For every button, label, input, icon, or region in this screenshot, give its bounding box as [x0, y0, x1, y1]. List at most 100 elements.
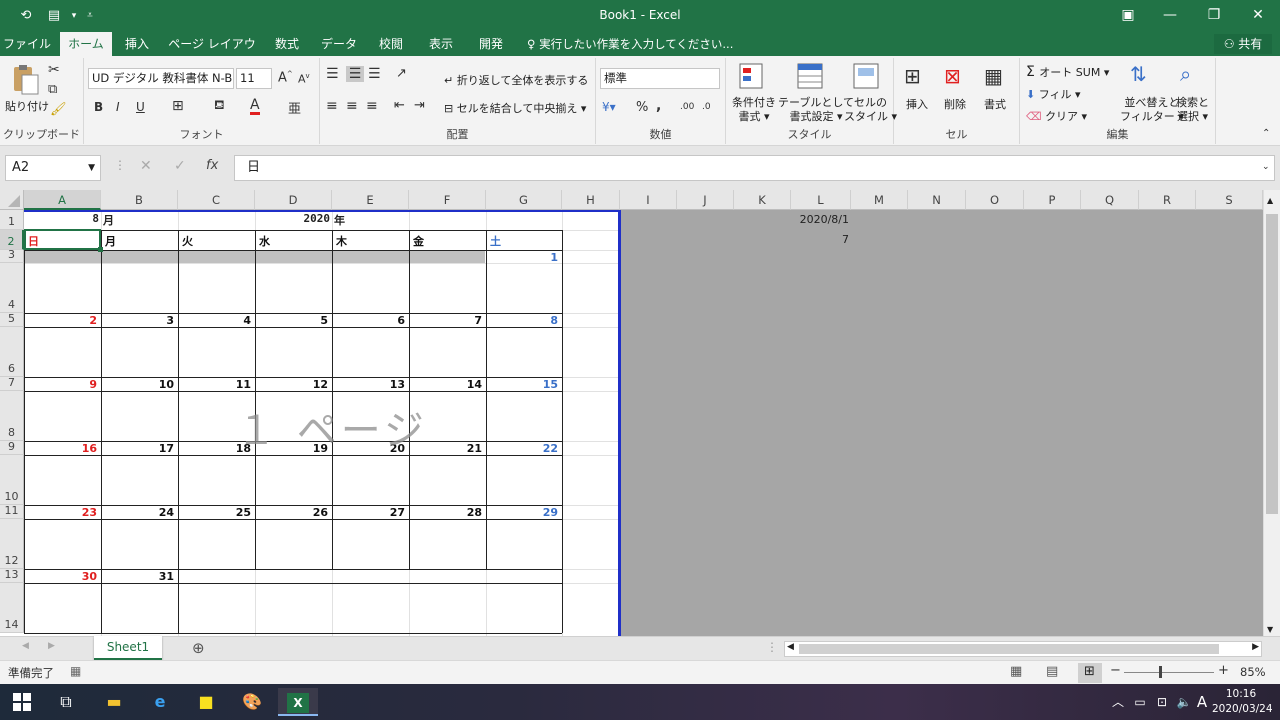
prev-sheet-icon[interactable]: ◀ [22, 641, 29, 651]
active-cell-a2[interactable] [24, 229, 101, 250]
file-explorer-icon[interactable]: ▬ [94, 688, 134, 716]
column-header-b[interactable]: B [101, 190, 178, 210]
expand-formula-icon[interactable]: ⌄ [1262, 162, 1270, 172]
decrease-decimal-icon[interactable]: .0 [702, 102, 711, 112]
shrink-font-icon[interactable]: Av [298, 72, 310, 86]
insert-cells-icon[interactable]: ⊞ [904, 64, 921, 88]
conditional-format-button[interactable]: 条件付き 書式 ▾ [732, 96, 776, 124]
zoom-in-button[interactable]: + [1218, 663, 1229, 678]
row-header-1[interactable]: 1 [0, 210, 24, 230]
column-header-a[interactable]: A [24, 190, 101, 210]
tab-data[interactable]: データ [316, 32, 362, 56]
zoom-out-button[interactable]: − [1110, 663, 1121, 678]
align-middle-icon[interactable]: ☰ [346, 66, 364, 82]
format-painter-icon[interactable]: 🖌 [50, 102, 67, 117]
cancel-icon[interactable]: ✕ [140, 158, 152, 174]
cut-icon[interactable]: ✂ [48, 62, 60, 78]
cell-styles-button[interactable]: セルの スタイル ▾ [844, 96, 897, 124]
tab-file[interactable]: ファイル [0, 32, 54, 56]
excel-taskbar-icon[interactable]: X [278, 688, 318, 716]
copy-icon[interactable]: ⧉ [48, 82, 57, 97]
column-header-c[interactable]: C [178, 190, 255, 210]
column-header-e[interactable]: E [332, 190, 409, 210]
edge-browser-icon[interactable]: e [140, 688, 180, 716]
conditional-format-icon[interactable] [738, 62, 772, 92]
align-bottom-icon[interactable]: ☰ [368, 66, 381, 82]
clear-button[interactable]: ⌫ クリア ▾ [1026, 108, 1087, 124]
align-top-icon[interactable]: ☰ [326, 66, 339, 82]
column-header-p[interactable]: P [1024, 190, 1081, 210]
row-header-3[interactable]: 3 [0, 248, 24, 263]
grow-font-icon[interactable]: A^ [278, 70, 293, 85]
scroll-up-icon[interactable]: ▲ [1267, 196, 1273, 205]
tab-developer[interactable]: 開発 [470, 32, 512, 56]
sticky-notes-icon[interactable]: ■ [186, 688, 226, 716]
worksheet-grid[interactable]: ABCDEFGHIJKLMNOPQRS 1 2 3 4 5 6 7 8 9 10 11 12 13 14 … [0, 190, 1280, 636]
tab-review[interactable]: 校閲 [370, 32, 412, 56]
row-header-4[interactable]: 4 [0, 263, 24, 313]
ribbon-display-icon[interactable]: ▣ [1106, 0, 1150, 30]
currency-icon[interactable]: ¥▾ [602, 100, 616, 114]
start-button[interactable] [2, 688, 42, 716]
borders-icon[interactable]: ⊞ [172, 98, 184, 114]
page-layout-view-icon[interactable]: ▤ [1046, 664, 1058, 679]
enter-icon[interactable]: ✓ [174, 158, 186, 174]
column-header-d[interactable]: D [255, 190, 332, 210]
column-header-i[interactable]: I [620, 190, 677, 210]
wrap-text-button[interactable]: ↵ 折り返して全体を表示する [444, 72, 588, 88]
column-header-f[interactable]: F [409, 190, 486, 210]
scroll-down-icon[interactable]: ▼ [1267, 625, 1273, 634]
delete-cells-icon[interactable]: ⊠ [944, 64, 961, 88]
font-name-select[interactable]: UD デジタル 教科書体 N-B [88, 68, 234, 89]
row-header-11[interactable]: 11 [0, 504, 24, 519]
row-header-14[interactable]: 14 [0, 583, 24, 633]
cell-l1[interactable]: 2020/8/1 [733, 213, 849, 226]
vertical-scrollbar[interactable]: ▲ ▼ [1263, 190, 1280, 636]
column-header-o[interactable]: O [966, 190, 1024, 210]
column-header-q[interactable]: Q [1081, 190, 1139, 210]
tab-home[interactable]: ホーム [60, 32, 112, 56]
scroll-left-icon[interactable]: ◀ [787, 642, 794, 652]
fill-button[interactable]: ⬇ フィル ▾ [1026, 86, 1081, 102]
percent-button[interactable]: % [636, 100, 648, 115]
page-break-view-button[interactable]: ⊞ [1078, 663, 1102, 683]
paste-icon[interactable] [10, 64, 44, 95]
restore-button[interactable]: ❐ [1192, 0, 1236, 30]
paste-label[interactable]: 貼り付け [5, 98, 49, 114]
row-header-12[interactable]: 12 [0, 519, 24, 569]
fill-color-icon[interactable]: ⛾ [214, 98, 225, 115]
column-header-h[interactable]: H [562, 190, 620, 210]
scroll-right-icon[interactable]: ▶ [1252, 642, 1259, 652]
font-color-icon[interactable]: A [250, 98, 260, 115]
clock[interactable]: 10:16 2020/03/24 [1212, 687, 1273, 717]
orientation-icon[interactable]: ↗ [396, 66, 407, 81]
sort-filter-icon[interactable]: ⇅ [1130, 62, 1147, 86]
column-header-n[interactable]: N [908, 190, 966, 210]
column-header-g[interactable]: G [486, 190, 562, 210]
horizontal-scroll-thumb[interactable] [799, 644, 1219, 654]
new-sheet-icon[interactable]: ⊕ [192, 639, 205, 657]
cell-styles-icon[interactable] [852, 62, 886, 92]
italic-button[interactable]: I [116, 100, 120, 114]
phonetic-icon[interactable]: 亜 [288, 98, 301, 117]
vertical-scroll-thumb[interactable] [1266, 214, 1278, 514]
sheet-tab-sheet1[interactable]: Sheet1 [94, 636, 162, 660]
zoom-level[interactable]: 85% [1240, 665, 1266, 679]
delete-cells-label[interactable]: 削除 [944, 96, 966, 112]
decrease-indent-icon[interactable]: ⇤ [394, 98, 405, 113]
sort-filter-button[interactable]: 並べ替えと フィルター ▾ [1120, 96, 1184, 124]
name-box-dropdown-icon[interactable]: ▼ [88, 156, 95, 180]
column-header-r[interactable]: R [1139, 190, 1196, 210]
minimize-button[interactable]: — [1148, 0, 1192, 30]
row-header-9[interactable]: 9 [0, 440, 24, 455]
cell-l2[interactable]: 7 [733, 233, 849, 246]
tab-page-layout[interactable]: ページ レイアウト [164, 32, 260, 75]
fill-handle[interactable] [98, 247, 103, 252]
row-header-8[interactable]: 8 [0, 391, 24, 441]
formula-input[interactable]: 日 [234, 155, 1275, 181]
format-as-table-button[interactable]: テーブルとして 書式設定 ▾ [778, 96, 854, 124]
align-center-icon[interactable]: ≡ [346, 98, 358, 114]
close-button[interactable]: ✕ [1236, 0, 1280, 30]
find-select-button[interactable]: 検索と 選択 ▾ [1176, 96, 1209, 124]
row-header-10[interactable]: 10 [0, 455, 24, 505]
